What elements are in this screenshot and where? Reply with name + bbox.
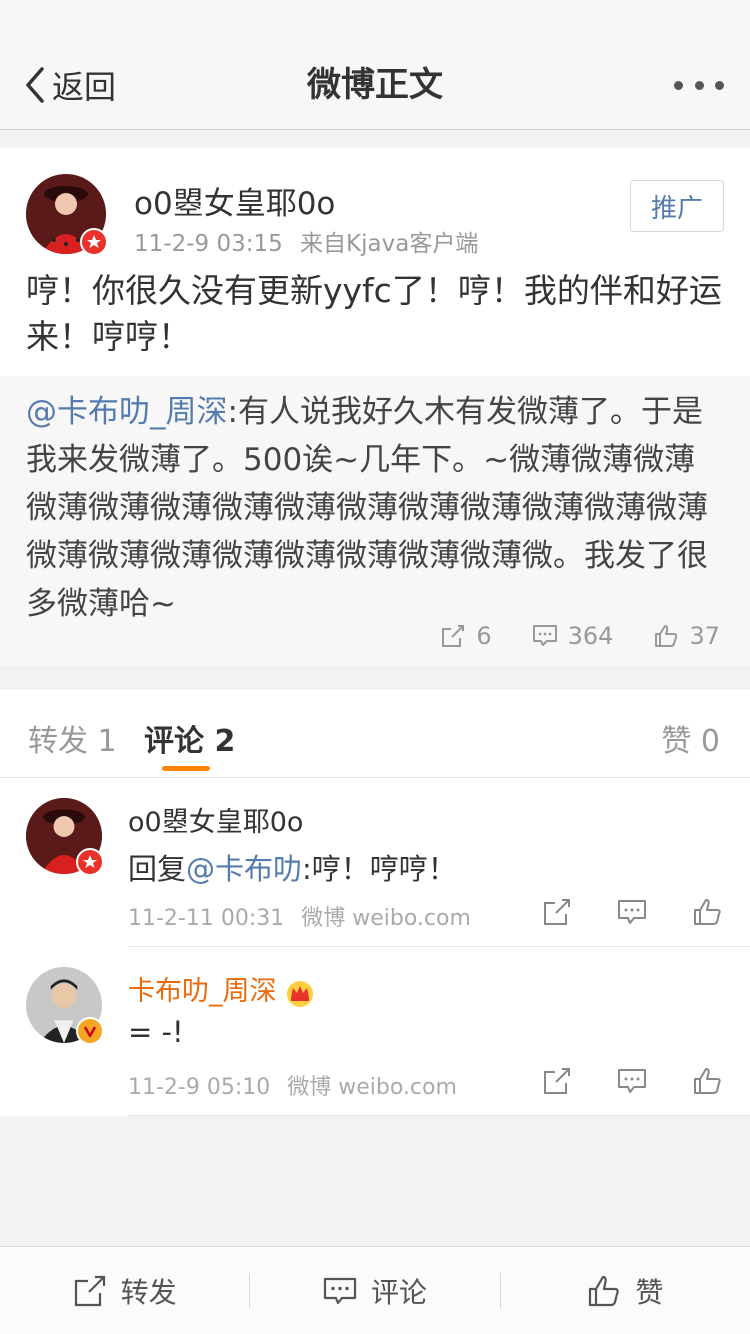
tab-comments[interactable]: 评论 2 [144, 716, 235, 760]
comment-icon [532, 625, 557, 646]
post-text: 哼！你很久没有更新yyfc了！哼！我的伴和好运来！哼哼！ [26, 271, 722, 356]
comment-source: 微博 weibo.com [301, 906, 471, 931]
comment-count-button[interactable]: 364 [532, 622, 614, 650]
post-time: 11-2-9 03:15 [134, 231, 283, 257]
interaction-tabs: 转发 1 评论 2 赞 0 [0, 690, 750, 778]
reposted-content[interactable]: @卡布叻_周深:有人说我好久木有发微薄了。于是我来发微薄了。500诶~几年下。~… [0, 376, 750, 666]
comment-list: o0曌女皇耶0o 回复@卡布叻:哼！哼哼！ 11-2-11 00:31 微博 w… [0, 778, 750, 1116]
post-author-name[interactable]: o0曌女皇耶0o [134, 178, 335, 223]
more-options-button[interactable] [674, 70, 724, 100]
commenter-name[interactable]: 卡布叻_周深 [128, 976, 277, 1007]
like-button[interactable]: 赞 [501, 1247, 750, 1334]
share-icon[interactable] [542, 897, 572, 927]
tab-likes[interactable]: 赞 0 [661, 716, 720, 760]
thumbs-up-icon[interactable] [692, 1066, 722, 1096]
comment-time: 11-2-11 00:31 [128, 906, 285, 931]
comment-text: = -! [128, 1015, 184, 1049]
repost-stats: 6 364 37 [400, 620, 720, 652]
post-author-avatar[interactable] [26, 174, 108, 256]
divider [128, 1115, 750, 1116]
comment-count: 364 [567, 622, 614, 650]
like-count: 37 [689, 622, 720, 650]
like-count-button[interactable]: 37 [653, 622, 720, 650]
verified-badge-icon [80, 228, 108, 256]
comment-actions [542, 1063, 722, 1099]
reply-mention[interactable]: @卡布叻 [186, 852, 302, 886]
reply-prefix: 回复 [128, 852, 187, 886]
like-label: 赞 [635, 1275, 664, 1309]
share-icon [74, 1275, 105, 1306]
repost-count-button[interactable]: 6 [440, 622, 492, 650]
comment-label: 评论 [370, 1275, 427, 1309]
active-tab-indicator [162, 766, 210, 771]
page-title: 微博正文 [307, 65, 443, 105]
comment-button[interactable]: 评论 [250, 1247, 499, 1334]
promote-button[interactable]: 推广 [630, 180, 724, 232]
comment-text: 回复@卡布叻:哼！哼哼！ [128, 846, 457, 888]
repost-label: 转发 [120, 1275, 177, 1309]
comment-meta: 11-2-11 00:31 微博 weibo.com [128, 900, 471, 932]
comment-icon[interactable] [617, 897, 647, 927]
repost-author-mention[interactable]: @卡布叻_周深 [26, 394, 228, 430]
share-icon[interactable] [542, 1066, 572, 1096]
thumbs-up-icon[interactable] [692, 897, 722, 927]
commenter-avatar[interactable] [26, 967, 104, 1045]
comment-icon [323, 1277, 357, 1304]
post-meta: 11-2-9 03:15 来自Kjava客户端 [134, 224, 478, 258]
comment-item: o0曌女皇耶0o 回复@卡布叻:哼！哼哼！ 11-2-11 00:31 微博 w… [0, 778, 750, 947]
more-dots-icon [674, 80, 683, 90]
repost-button[interactable]: 转发 [0, 1247, 249, 1334]
post-source: 来自Kjava客户端 [300, 231, 479, 257]
commenter-avatar[interactable] [26, 798, 104, 876]
comment-icon[interactable] [617, 1066, 647, 1096]
post-card: o0曌女皇耶0o 11-2-9 03:15 来自Kjava客户端 推广 哼！你很… [0, 148, 750, 666]
comment-item: 卡布叻_周深 = -! 11-2-9 05:10 微博 weibo.com [0, 947, 750, 1116]
tab-reposts[interactable]: 转发 1 [28, 716, 117, 760]
comment-time: 11-2-9 05:10 [128, 1075, 271, 1100]
comment-meta: 11-2-9 05:10 微博 weibo.com [128, 1069, 457, 1101]
reposted-text: @卡布叻_周深:有人说我好久木有发微薄了。于是我来发微薄了。500诶~几年下。~… [26, 388, 726, 628]
commenter-name[interactable]: o0曌女皇耶0o [128, 800, 303, 839]
verified-badge-icon [76, 1017, 104, 1045]
thumbs-up-icon [655, 625, 678, 647]
thumbs-up-icon [589, 1275, 620, 1306]
commenter-name-row: 卡布叻_周深 [128, 969, 315, 1008]
vip-crown-icon [286, 980, 313, 1007]
comment-source: 微博 weibo.com [287, 1075, 457, 1100]
comment-actions [542, 894, 722, 930]
verified-badge-icon [76, 848, 104, 876]
comment-body: :哼！哼哼！ [302, 852, 457, 886]
repost-count: 6 [476, 622, 492, 650]
navigation-bar: 返回 微博正文 [0, 0, 750, 130]
share-icon [442, 625, 465, 647]
bottom-toolbar: 转发 评论 赞 [0, 1246, 750, 1334]
